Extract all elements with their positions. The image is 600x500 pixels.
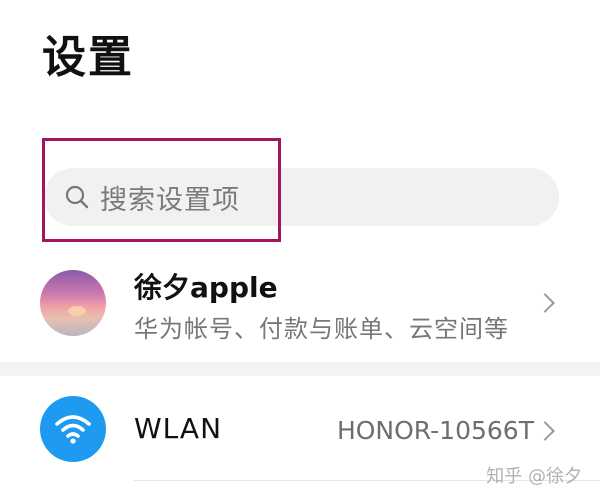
page-title: 设置	[42, 32, 134, 83]
wlan-label: WLAN	[134, 412, 223, 445]
highlight-annotation-box	[42, 138, 281, 242]
avatar[interactable]	[40, 270, 106, 336]
watermark-text: 知乎 @徐夕	[486, 466, 582, 487]
wlan-network-name: HONOR-10566T	[336, 416, 534, 445]
wifi-icon	[40, 396, 106, 462]
section-divider	[0, 362, 600, 376]
avatar-sun-shape	[68, 306, 86, 316]
settings-screen: 设置 搜索设置项 徐夕apple 华为帐号、付款与账单、云空间等 WLAN HO…	[0, 0, 600, 500]
chevron-right-icon	[535, 421, 555, 441]
chevron-right-icon	[535, 293, 555, 313]
account-row[interactable]: 徐夕apple 华为帐号、付款与账单、云空间等	[0, 262, 600, 354]
account-name: 徐夕apple	[134, 271, 278, 304]
account-subtitle: 华为帐号、付款与账单、云空间等	[134, 315, 509, 343]
